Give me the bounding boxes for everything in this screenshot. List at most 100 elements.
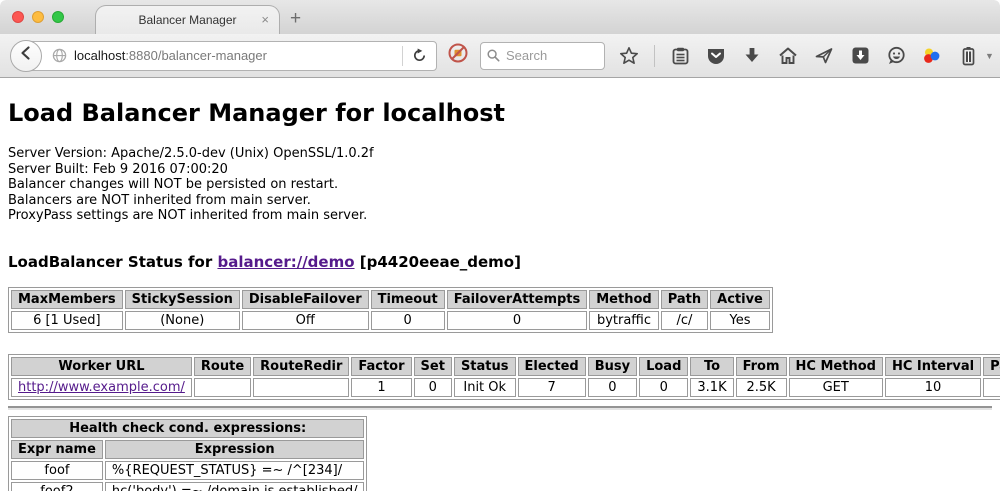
send-to-device-icon[interactable] — [813, 44, 835, 68]
persist-notice-line: Balancer changes will NOT be persisted o… — [8, 177, 992, 193]
col-expr-name: Expr name — [11, 440, 103, 459]
health-check-title: Health check cond. expressions: — [11, 419, 364, 438]
globe-icon — [52, 48, 67, 63]
plugin-blocked-icon[interactable] — [448, 43, 468, 68]
cell-busy: 0 — [588, 378, 637, 397]
col-route: Route — [194, 357, 251, 376]
search-input[interactable] — [506, 48, 598, 63]
table-row: foof2 hc('body') =~ /domain is establish… — [11, 482, 364, 491]
col-elected: Elected — [518, 357, 586, 376]
col-timeout: Timeout — [371, 290, 445, 309]
worker-status-table: Worker URL Route RouteRedir Factor Set S… — [8, 354, 1000, 400]
cell-expr-name: foof2 — [11, 482, 103, 491]
close-tab-icon[interactable]: × — [261, 12, 269, 28]
proxypass-notice-line: ProxyPass settings are NOT inherited fro… — [8, 208, 992, 224]
loadbalancer-status-heading: LoadBalancer Status for balancer://demo … — [8, 253, 992, 271]
download-icon[interactable] — [741, 44, 763, 68]
zoom-window-button[interactable] — [52, 11, 64, 23]
health-check-table: Health check cond. expressions: Expr nam… — [8, 416, 367, 491]
bookmark-star-icon[interactable] — [618, 44, 640, 68]
col-disablefailover: DisableFailover — [242, 290, 369, 309]
table-header-row: Expr name Expression — [11, 440, 364, 459]
urlbar-right-group — [402, 42, 436, 70]
col-failoverattempts: FailoverAttempts — [447, 290, 588, 309]
bookmarks-sidebar-icon[interactable] — [669, 44, 691, 68]
table-row: http://www.example.com/ 1 0 Init Ok 7 0 … — [11, 378, 1000, 397]
new-tab-button[interactable]: + — [290, 8, 301, 30]
cell-maxmembers: 6 [1 Used] — [11, 311, 123, 330]
cell-active: Yes — [710, 311, 770, 330]
cell-route — [194, 378, 251, 397]
battery-extension-icon[interactable] — [957, 44, 979, 68]
cell-routeredir — [253, 378, 349, 397]
titlebar: Balancer Manager × + — [0, 0, 1000, 34]
server-info: Server Version: Apache/2.5.0-dev (Unix) … — [8, 146, 992, 224]
balancer-demo-link[interactable]: balancer://demo — [217, 253, 354, 271]
col-status: Status — [454, 357, 516, 376]
col-worker-url: Worker URL — [11, 357, 192, 376]
col-hc-method: HC Method — [789, 357, 883, 376]
cell-expr-name: foof — [11, 461, 103, 480]
home-icon[interactable] — [777, 44, 799, 68]
pocket-icon[interactable] — [705, 44, 727, 68]
worker-url-link[interactable]: http://www.example.com/ — [18, 380, 185, 395]
chevron-down-icon[interactable]: ▼ — [985, 51, 994, 61]
table-row: 6 [1 Used] (None) Off 0 0 bytraffic /c/ … — [11, 311, 770, 330]
col-to: To — [690, 357, 733, 376]
table-row: foof %{REQUEST_STATUS} =~ /^[234]/ — [11, 461, 364, 480]
cell-from: 2.5K — [736, 378, 787, 397]
search-icon — [487, 49, 500, 62]
col-factor: Factor — [351, 357, 411, 376]
toolbar-icons: ▼ — [618, 44, 1000, 68]
col-active: Active — [710, 290, 770, 309]
navigation-toolbar: localhost:8880/balancer-manager — [0, 34, 1000, 78]
browser-window: Balancer Manager × + localhost:8880/bala… — [0, 0, 1000, 491]
balancer-settings-table: MaxMembers StickySession DisableFailover… — [8, 287, 773, 333]
page-title: Load Balancer Manager for localhost — [8, 78, 992, 127]
cell-status: Init Ok — [454, 378, 516, 397]
url-text: localhost:8880/balancer-manager — [74, 48, 267, 63]
table-header-row: MaxMembers StickySession DisableFailover… — [11, 290, 770, 309]
feedback-smiley-icon[interactable] — [885, 44, 907, 68]
server-version-line: Server Version: Apache/2.5.0-dev (Unix) … — [8, 146, 992, 162]
col-path: Path — [661, 290, 708, 309]
col-stickysession: StickySession — [125, 290, 240, 309]
cell-hc-interval: 10 — [885, 378, 981, 397]
tab-balancer-manager[interactable]: Balancer Manager × — [95, 5, 280, 34]
extension-download-box-icon[interactable] — [849, 44, 871, 68]
cell-factor: 1 — [351, 378, 411, 397]
cell-elected: 7 — [518, 378, 586, 397]
cell-stickysession: (None) — [125, 311, 240, 330]
minimize-window-button[interactable] — [32, 11, 44, 23]
status-heading-suffix: [p4420eeae_demo] — [355, 253, 521, 271]
colored-dots-extension-icon[interactable] — [921, 44, 943, 68]
cell-load: 0 — [639, 378, 688, 397]
url-bar[interactable]: localhost:8880/balancer-manager — [25, 41, 437, 71]
col-maxmembers: MaxMembers — [11, 290, 123, 309]
cell-expression: hc('body') =~ /domain is established/ — [105, 482, 365, 491]
col-routeredir: RouteRedir — [253, 357, 349, 376]
cell-to: 3.1K — [690, 378, 733, 397]
inherit-notice-line: Balancers are NOT inherited from main se… — [8, 193, 992, 209]
col-load: Load — [639, 357, 688, 376]
tab-title: Balancer Manager — [138, 13, 236, 27]
status-heading-prefix: LoadBalancer Status for — [8, 253, 217, 271]
window-controls — [12, 11, 64, 23]
cell-expression: %{REQUEST_STATUS} =~ /^[234]/ — [105, 461, 365, 480]
search-bar[interactable] — [480, 42, 605, 70]
col-hc-interval: HC Interval — [885, 357, 981, 376]
col-from: From — [736, 357, 787, 376]
page-content: Load Balancer Manager for localhost Serv… — [0, 78, 1000, 491]
cell-method: bytraffic — [589, 311, 658, 330]
col-expression: Expression — [105, 440, 365, 459]
col-set: Set — [414, 357, 452, 376]
cell-set: 0 — [414, 378, 452, 397]
reload-button[interactable] — [403, 48, 436, 63]
cell-disablefailover: Off — [242, 311, 369, 330]
cell-path: /c/ — [661, 311, 708, 330]
cell-hc-method: GET — [789, 378, 883, 397]
close-window-button[interactable] — [12, 11, 24, 23]
col-busy: Busy — [588, 357, 637, 376]
cell-worker-url: http://www.example.com/ — [11, 378, 192, 397]
back-button[interactable] — [10, 40, 42, 72]
